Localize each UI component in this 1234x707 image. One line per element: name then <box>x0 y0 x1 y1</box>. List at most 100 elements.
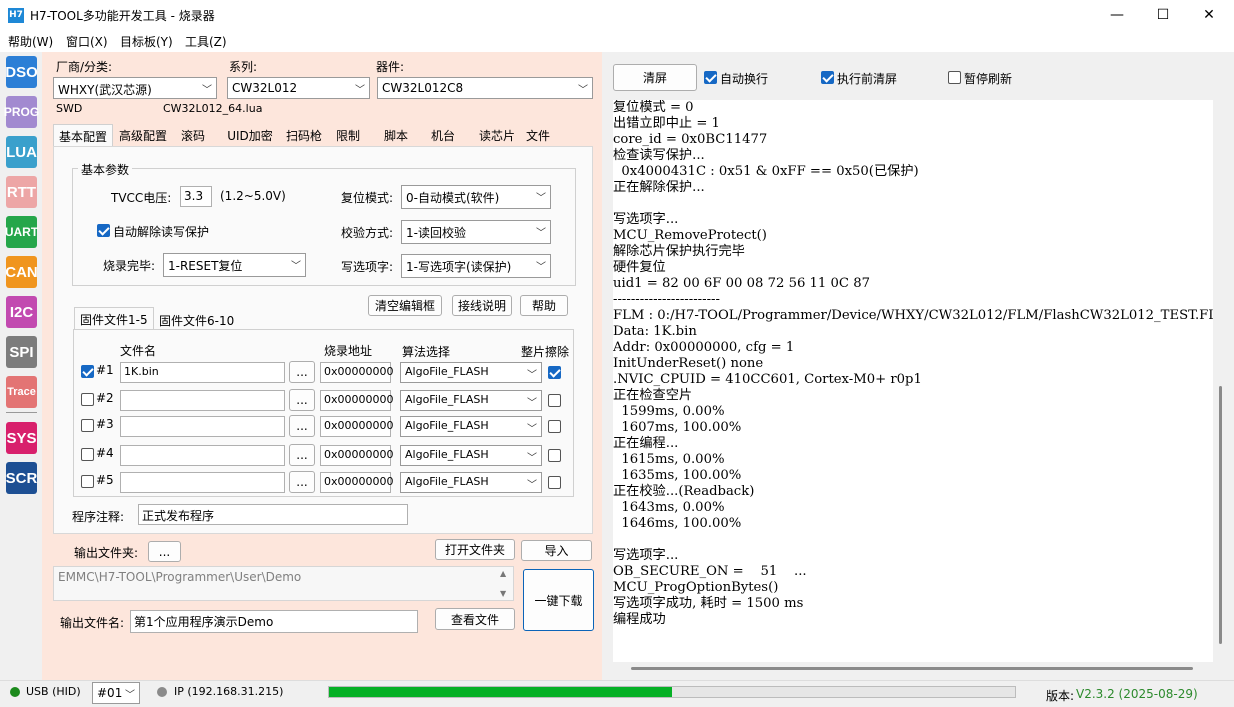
full-erase-checkbox[interactable] <box>548 394 561 407</box>
burn-address-input[interactable]: 0x00000000 <box>320 472 394 493</box>
tab-files-1-5[interactable]: 固件文件1-5 <box>74 307 154 329</box>
import-button[interactable]: 导入 <box>521 540 592 561</box>
menu-help[interactable]: 帮助(W) <box>8 33 53 50</box>
algorithm-select[interactable]: AlgoFile_FLASH ﹀ <box>400 390 542 411</box>
program-note-input[interactable]: 正式发布程序 <box>138 504 408 525</box>
sidebar-prog-button[interactable]: PROG <box>4 96 39 128</box>
scroll-down-icon[interactable]: ▼ <box>500 589 506 598</box>
tab-2[interactable]: 滚码 <box>173 124 213 146</box>
clear-log-button[interactable]: 清屏 <box>613 64 697 91</box>
tab-3[interactable]: UID加密 <box>221 124 279 146</box>
log-hscrollbar[interactable] <box>631 667 1193 670</box>
tab-files-6-10[interactable]: 固件文件6-10 <box>159 312 234 329</box>
sidebar-scr-button[interactable]: SCR <box>6 462 37 494</box>
sidebar-can-button[interactable]: CAN <box>5 256 38 288</box>
file-browse-button[interactable]: ... <box>289 389 315 411</box>
group-title: 基本参数 <box>78 161 133 178</box>
algorithm-select[interactable]: AlgoFile_FLASH ﹀ <box>400 362 542 383</box>
file-name-input[interactable] <box>120 445 285 466</box>
sidebar-rtt-button[interactable]: RTT <box>6 176 37 208</box>
sidebar-i2c-button[interactable]: I2C <box>6 296 37 328</box>
sidebar-uart-button[interactable]: UART <box>5 216 38 248</box>
verify-select[interactable]: 1-读回校验 ﹀ <box>401 220 551 244</box>
auto-unprotect-checkbox[interactable] <box>97 224 110 237</box>
burn-address-input[interactable]: 0x00000000 <box>320 390 394 411</box>
autowrap-checkbox[interactable] <box>704 71 717 84</box>
log-line: 1635ms, 100.00% <box>613 468 742 483</box>
file-row-checkbox[interactable] <box>81 448 94 461</box>
one-key-download-button[interactable]: 一键下载 <box>523 569 594 631</box>
algorithm-select[interactable]: AlgoFile_FLASH ﹀ <box>400 445 542 466</box>
menu-tools[interactable]: 工具(Z) <box>185 33 227 50</box>
menu-target[interactable]: 目标板(Y) <box>120 33 173 50</box>
file-row-checkbox[interactable] <box>81 419 94 432</box>
file-name-input[interactable]: 1K.bin <box>120 362 285 383</box>
sidebar-lua-button[interactable]: LUA <box>6 136 37 168</box>
minimize-button[interactable]: — <box>1094 0 1140 30</box>
file-row-index: #1 <box>96 363 114 377</box>
tab-6[interactable]: 脚本 <box>377 124 415 146</box>
tvcc-range: (1.2~5.0V) <box>220 189 286 203</box>
clear-editor-button[interactable]: 清空编辑框 <box>368 295 442 316</box>
sidebar-spi-button[interactable]: SPI <box>6 336 37 368</box>
tab-7[interactable]: 机台 <box>423 124 463 146</box>
after-program-select[interactable]: 1-RESET复位 ﹀ <box>163 253 306 277</box>
file-row-checkbox[interactable] <box>81 365 94 378</box>
view-file-button[interactable]: 查看文件 <box>435 608 515 630</box>
file-row-checkbox[interactable] <box>81 393 94 406</box>
clear-before-checkbox[interactable] <box>821 71 834 84</box>
burn-address-input[interactable]: 0x00000000 <box>320 362 394 383</box>
output-path-textarea[interactable]: EMMC\H7-TOOL\Programmer\User\Demo <box>53 566 514 601</box>
scroll-up-icon[interactable]: ▲ <box>500 569 506 578</box>
algorithm-select[interactable]: AlgoFile_FLASH ﹀ <box>400 472 542 493</box>
pause-refresh-checkbox[interactable] <box>948 71 961 84</box>
log-vscrollbar[interactable] <box>1219 386 1222 644</box>
sidebar-sys-button[interactable]: SYS <box>6 422 37 454</box>
tab-8[interactable]: 读芯片 <box>471 124 523 146</box>
open-folder-button[interactable]: 打开文件夹 <box>435 539 515 560</box>
log-line: 编程成功 <box>613 612 666 627</box>
file-browse-button[interactable]: ... <box>289 361 315 383</box>
file-browse-button[interactable]: ... <box>289 415 315 437</box>
log-line: 写选项字... <box>613 548 679 563</box>
log-output[interactable]: 复位模式 = 0 出错立即中止 = 1 core_id = 0x0BC11477 检查… <box>613 100 1213 662</box>
algorithm-select[interactable]: AlgoFile_FLASH ﹀ <box>400 416 542 437</box>
tab-1[interactable]: 高级配置 <box>113 124 173 146</box>
tab-4[interactable]: 扫码枪 <box>281 124 327 146</box>
output-name-input[interactable]: 第1个应用程序演示Demo <box>130 610 418 633</box>
file-name-input[interactable] <box>120 416 285 437</box>
close-button[interactable]: ✕ <box>1186 0 1232 30</box>
file-browse-button[interactable]: ... <box>289 471 315 493</box>
tab-9[interactable]: 文件 <box>519 124 557 146</box>
tvcc-input[interactable]: 3.3 <box>180 186 212 207</box>
sidebar-trace-button[interactable]: Trace <box>6 376 37 408</box>
sidebar-dso-button[interactable]: DSO <box>5 56 38 88</box>
full-erase-checkbox[interactable] <box>548 420 561 433</box>
vendor-select[interactable]: WHXY(武汉芯源) ﹀ <box>53 77 217 99</box>
help-button[interactable]: 帮助 <box>520 295 568 316</box>
chevron-down-icon: ﹀ <box>527 453 537 464</box>
burn-address-input[interactable]: 0x00000000 <box>320 445 394 466</box>
wiring-button[interactable]: 接线说明 <box>452 295 512 316</box>
file-name-input[interactable] <box>120 390 285 411</box>
file-name-input[interactable] <box>120 472 285 493</box>
series-select[interactable]: CW32L012 ﹀ <box>227 77 370 99</box>
burn-address-input[interactable]: 0x00000000 <box>320 416 394 437</box>
tab-5[interactable]: 限制 <box>329 124 367 146</box>
device-select[interactable]: CW32L012C8 ﹀ <box>377 77 593 99</box>
full-erase-checkbox[interactable] <box>548 449 561 462</box>
tab-0[interactable]: 基本配置 <box>53 124 113 146</box>
full-erase-checkbox[interactable] <box>548 366 561 379</box>
usb-status: USB (HID) <box>26 685 81 698</box>
output-browse-button[interactable]: ... <box>148 541 181 562</box>
option-bytes-select[interactable]: 1-写选项字(读保护) ﹀ <box>401 254 551 278</box>
file-row-checkbox[interactable] <box>81 475 94 488</box>
full-erase-checkbox[interactable] <box>548 476 561 489</box>
file-browse-button[interactable]: ... <box>289 444 315 466</box>
maximize-button[interactable]: ☐ <box>1140 0 1186 30</box>
reset-mode-select[interactable]: 0-自动模式(软件) ﹀ <box>401 185 551 209</box>
log-line: FLM : 0:/H7-TOOL/Programmer/Device/WHXY/… <box>613 308 1213 323</box>
menu-window[interactable]: 窗口(X) <box>66 33 108 50</box>
chevron-down-icon: ﹀ <box>291 261 301 272</box>
device-port-select[interactable]: #01 ﹀ <box>92 682 140 704</box>
